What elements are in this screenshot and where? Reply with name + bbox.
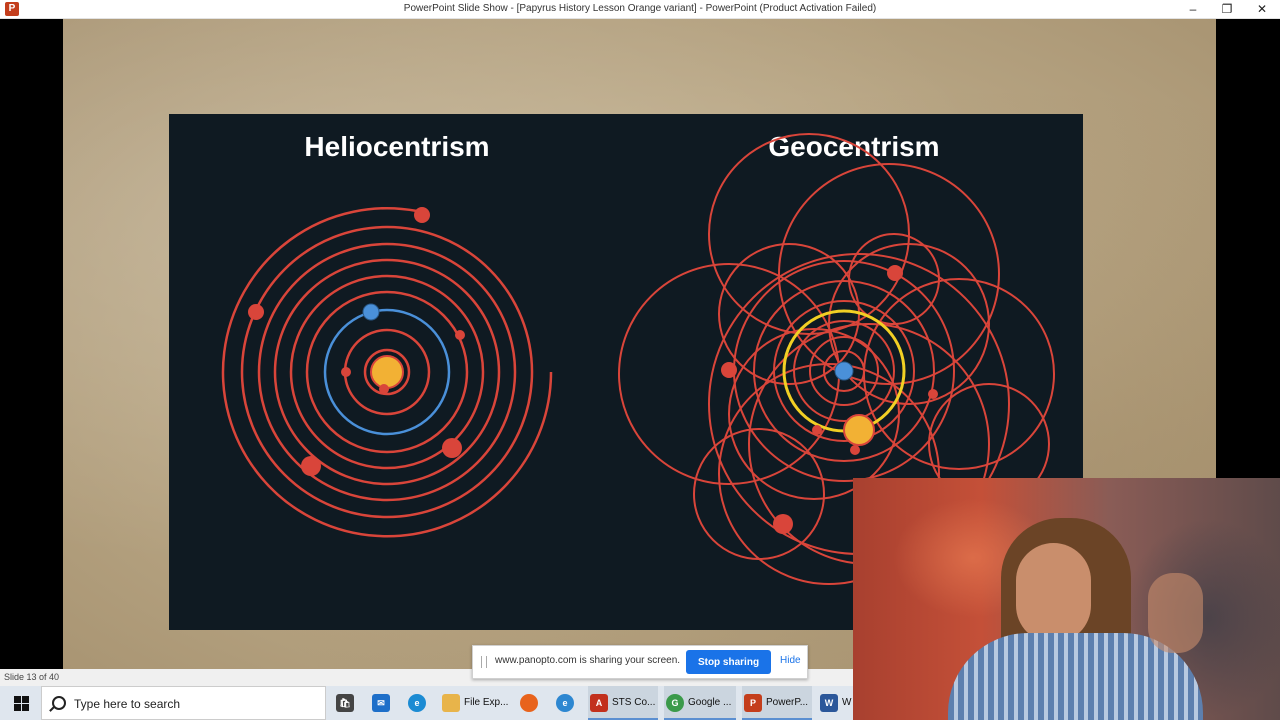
- taskbar-app-label: File Exp...: [464, 697, 509, 708]
- screen-share-notification: www.panopto.com is sharing your screen. …: [472, 645, 808, 679]
- taskbar-app-file-explorer[interactable]: File Exp...: [440, 686, 510, 720]
- mail-icon: ✉: [372, 694, 390, 712]
- hide-button[interactable]: Hide: [780, 655, 801, 666]
- presenter-hand: [1148, 573, 1203, 653]
- powerpoint-icon: P: [744, 694, 762, 712]
- earth: [834, 361, 854, 381]
- sun: [370, 355, 404, 389]
- store-icon: 🛍: [336, 694, 354, 712]
- planet: [301, 456, 321, 476]
- windows-logo-icon-part: [14, 704, 21, 711]
- planet: [812, 425, 822, 435]
- close-button[interactable]: ✕: [1245, 0, 1279, 18]
- presenter-face: [1016, 543, 1091, 643]
- heliocentrism-heading: Heliocentrism: [304, 131, 489, 162]
- windows-logo-icon-part: [22, 696, 29, 703]
- minimize-button[interactable]: –: [1176, 0, 1210, 18]
- taskbar-app-sts[interactable]: A STS Co...: [588, 686, 658, 720]
- taskbar-search-input[interactable]: Type here to search: [41, 686, 326, 720]
- taskbar-app-powerpoint[interactable]: P PowerP...: [742, 686, 812, 720]
- planet: [455, 330, 465, 340]
- title-bar: P PowerPoint Slide Show - [Papyrus Histo…: [0, 0, 1280, 19]
- chrome-icon: G: [666, 694, 684, 712]
- drag-handle-icon[interactable]: [481, 656, 487, 668]
- search-placeholder: Type here to search: [74, 697, 181, 711]
- earth: [362, 303, 380, 321]
- planet: [379, 384, 389, 394]
- windows-logo-icon-part: [22, 704, 29, 711]
- orbit-ring: [863, 278, 1055, 470]
- taskbar-app-firefox[interactable]: [518, 686, 542, 720]
- search-icon: [52, 696, 66, 710]
- taskbar-app-label: W: [842, 697, 852, 708]
- taskbar-app-chrome[interactable]: G Google ...: [664, 686, 736, 720]
- taskbar-app-store[interactable]: 🛍: [334, 686, 358, 720]
- planet: [721, 362, 737, 378]
- taskbar-app-word[interactable]: W W: [818, 686, 854, 720]
- webcam-video: [853, 478, 1280, 720]
- window-title: PowerPoint Slide Show - [Papyrus History…: [403, 3, 877, 14]
- planet: [414, 207, 430, 223]
- planet: [442, 438, 462, 458]
- start-button[interactable]: [0, 686, 40, 720]
- planet: [248, 304, 264, 320]
- planet: [773, 514, 793, 534]
- firefox-icon: [520, 694, 538, 712]
- taskbar-app-edge[interactable]: e: [406, 686, 430, 720]
- sun: [843, 414, 875, 446]
- planet: [928, 389, 938, 399]
- restore-button[interactable]: ❐: [1210, 0, 1244, 18]
- slide-counter: Slide 13 of 40: [4, 672, 60, 682]
- windows-logo-icon: [14, 696, 21, 703]
- taskbar-app-ie[interactable]: e: [554, 686, 578, 720]
- share-message: www.panopto.com is sharing your screen.: [495, 655, 681, 666]
- taskbar-app-label: STS Co...: [612, 697, 656, 708]
- planet: [850, 445, 860, 455]
- taskbar-app-mail[interactable]: ✉: [370, 686, 394, 720]
- pdf-icon: A: [590, 694, 608, 712]
- edge-icon: e: [408, 694, 426, 712]
- stop-sharing-button[interactable]: Stop sharing: [686, 650, 771, 674]
- folder-icon: [442, 694, 460, 712]
- taskbar-app-label: PowerP...: [766, 697, 809, 708]
- ie-icon: e: [556, 694, 574, 712]
- planet: [341, 367, 351, 377]
- taskbar-app-label: Google ...: [688, 697, 732, 708]
- word-icon: W: [820, 694, 838, 712]
- planet: [887, 265, 903, 281]
